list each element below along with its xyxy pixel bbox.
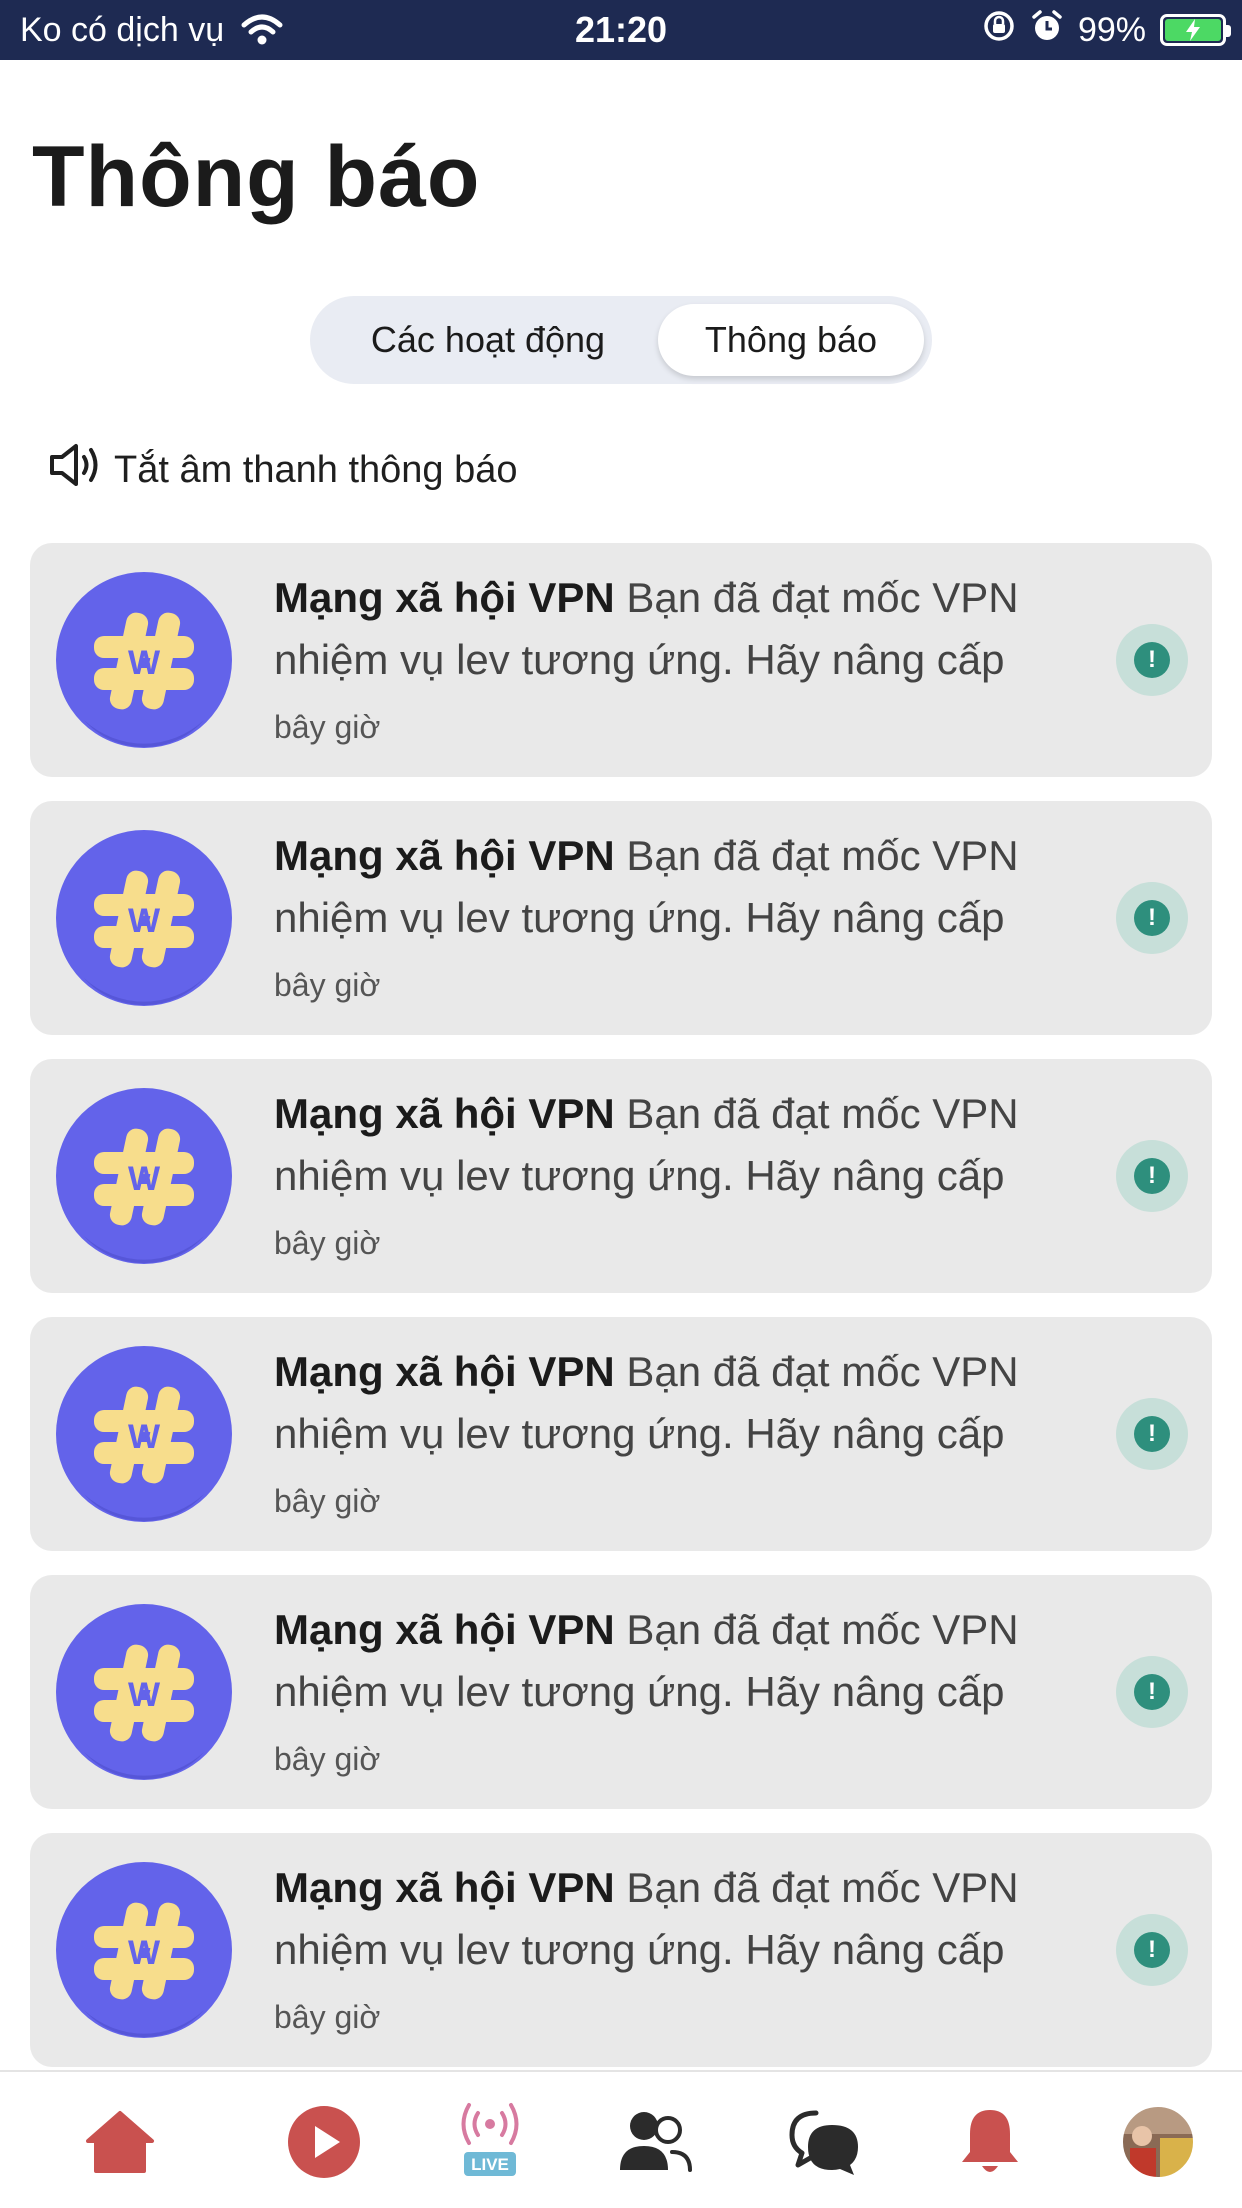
notification-sender: Mạng xã hội VPN (274, 832, 615, 879)
speaker-icon (46, 440, 102, 500)
notification-text: Mạng xã hội VPN Bạn đã đạt mốc VPN nhiệm… (274, 1083, 1094, 1207)
notification-sender: Mạng xã hội VPN (274, 1090, 615, 1137)
svg-text:W: W (128, 1160, 161, 1198)
notification-sender: Mạng xã hội VPN (274, 1606, 615, 1653)
notification-text: Mạng xã hội VPN Bạn đã đạt mốc VPN nhiệm… (274, 1857, 1094, 1981)
notification-text: Mạng xã hội VPN Bạn đã đạt mốc VPN nhiệm… (274, 567, 1094, 691)
alarm-icon (1030, 9, 1064, 52)
notification-message-line2: nhiệm vụ lev tương ứng. Hãy nâng cấp (274, 1668, 1005, 1715)
notification-card[interactable]: W Mạng xã hội VPN Bạn đã đạt mốc VPN nhi… (30, 801, 1212, 1035)
notification-card[interactable]: W Mạng xã hội VPN Bạn đã đạt mốc VPN nhi… (30, 1317, 1212, 1551)
notification-time: bây giờ (274, 967, 381, 1003)
notification-message-line2: nhiệm vụ lev tương ứng. Hãy nâng cấp (274, 894, 1005, 941)
bottom-nav: LIVE (0, 2070, 1242, 2208)
notification-message-line1: Bạn đã đạt mốc VPN (626, 1348, 1019, 1395)
notification-sender: Mạng xã hội VPN (274, 574, 615, 621)
tab-notifications[interactable]: Thông báo (658, 304, 924, 376)
orientation-lock-icon (982, 9, 1016, 52)
notification-time: bây giờ (274, 709, 381, 745)
bell-icon[interactable] (948, 2100, 1032, 2184)
status-left: Ko có dịch vụ (20, 0, 284, 60)
notification-time: bây giờ (274, 1999, 381, 2035)
battery-icon (1160, 14, 1231, 46)
profile-avatar[interactable] (1116, 2100, 1200, 2184)
app-logo-icon: W (54, 570, 234, 750)
notification-message-line2: nhiệm vụ lev tương ứng. Hãy nâng cấp (274, 1152, 1005, 1199)
segmented-control: Các hoạt động Thông báo (310, 296, 932, 384)
notification-card[interactable]: W Mạng xã hội VPN Bạn đã đạt mốc VPN nhi… (30, 1833, 1212, 2067)
notification-message-line2: nhiệm vụ lev tương ứng. Hãy nâng cấp (274, 1926, 1005, 1973)
notification-text: Mạng xã hội VPN Bạn đã đạt mốc VPN nhiệm… (274, 825, 1094, 949)
app-logo-icon: W (54, 1602, 234, 1782)
alert-indicator-icon: ! (1116, 882, 1188, 954)
live-icon[interactable]: LIVE (448, 2100, 532, 2184)
svg-text:W: W (128, 1418, 161, 1456)
notification-sender: Mạng xã hội VPN (274, 1348, 615, 1395)
status-bar: Ko có dịch vụ 21:20 99% (0, 0, 1242, 60)
notification-text: Mạng xã hội VPN Bạn đã đạt mốc VPN nhiệm… (274, 1599, 1094, 1723)
svg-text:W: W (128, 902, 161, 940)
play-icon[interactable] (282, 2100, 366, 2184)
notification-list: W Mạng xã hội VPN Bạn đã đạt mốc VPN nhi… (30, 543, 1212, 2091)
notification-time: bây giờ (274, 1741, 381, 1777)
page-title: Thông báo (32, 129, 481, 225)
status-right: 99% (982, 0, 1231, 60)
notification-text: Mạng xã hội VPN Bạn đã đạt mốc VPN nhiệm… (274, 1341, 1094, 1465)
mute-notifications-toggle[interactable]: Tắt âm thanh thông báo (46, 440, 518, 500)
notification-sender: Mạng xã hội VPN (274, 1864, 615, 1911)
app-logo-icon: W (54, 1086, 234, 1266)
notification-time: bây giờ (274, 1483, 381, 1519)
carrier-text: Ko có dịch vụ (20, 10, 225, 49)
alert-indicator-icon: ! (1116, 624, 1188, 696)
notification-message-line1: Bạn đã đạt mốc VPN (626, 832, 1019, 879)
chat-icon[interactable] (782, 2100, 866, 2184)
notification-card[interactable]: W Mạng xã hội VPN Bạn đã đạt mốc VPN nhi… (30, 1059, 1212, 1293)
notification-message-line1: Bạn đã đạt mốc VPN (626, 1090, 1019, 1137)
alert-indicator-icon: ! (1116, 1398, 1188, 1470)
live-label: LIVE (471, 2155, 509, 2174)
wifi-icon (240, 13, 284, 47)
app-logo-icon: W (54, 828, 234, 1008)
svg-text:W: W (128, 1934, 161, 1972)
app-logo-icon: W (54, 1860, 234, 2040)
home-icon[interactable] (78, 2100, 162, 2184)
notification-time: bây giờ (274, 1225, 381, 1261)
friends-icon[interactable] (614, 2100, 698, 2184)
alert-indicator-icon: ! (1116, 1914, 1188, 1986)
notification-message-line1: Bạn đã đạt mốc VPN (626, 1606, 1019, 1653)
mute-label: Tắt âm thanh thông báo (114, 448, 518, 491)
notification-message-line1: Bạn đã đạt mốc VPN (626, 1864, 1019, 1911)
tab-activities[interactable]: Các hoạt động (318, 304, 658, 376)
battery-percent: 99% (1077, 10, 1146, 49)
notification-card[interactable]: W Mạng xã hội VPN Bạn đã đạt mốc VPN nhi… (30, 543, 1212, 777)
svg-text:W: W (128, 644, 161, 682)
alert-indicator-icon: ! (1116, 1140, 1188, 1212)
notification-card[interactable]: W Mạng xã hội VPN Bạn đã đạt mốc VPN nhi… (30, 1575, 1212, 1809)
notification-message-line1: Bạn đã đạt mốc VPN (626, 574, 1019, 621)
app-logo-icon: W (54, 1344, 234, 1524)
svg-text:W: W (128, 1676, 161, 1714)
alert-indicator-icon: ! (1116, 1656, 1188, 1728)
notification-message-line2: nhiệm vụ lev tương ứng. Hãy nâng cấp (274, 1410, 1005, 1457)
notification-message-line2: nhiệm vụ lev tương ứng. Hãy nâng cấp (274, 636, 1005, 683)
